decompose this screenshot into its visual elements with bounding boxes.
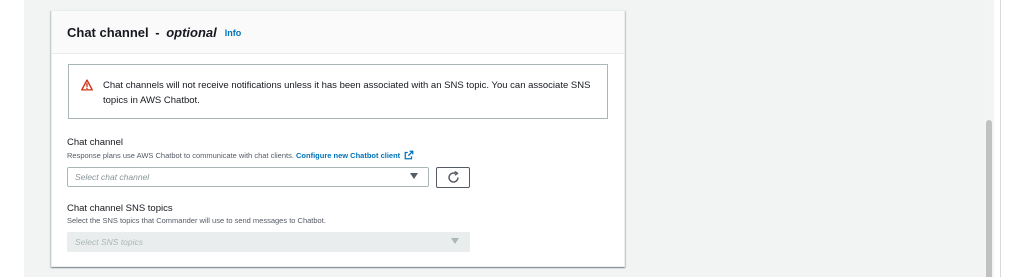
container-header: Chat channel - optional Info	[52, 11, 624, 54]
chat-channel-select[interactable]: Select chat channel	[67, 167, 429, 187]
chat-channel-description-text: Response plans use AWS Chatbot to commun…	[67, 151, 294, 160]
chat-channel-placeholder: Select chat channel	[75, 172, 150, 182]
sns-topics-select[interactable]: Select SNS topics	[67, 232, 470, 252]
chevron-down-icon	[451, 238, 459, 244]
chevron-down-icon	[410, 173, 418, 179]
refresh-icon	[447, 171, 459, 183]
sns-topics-label: Chat channel SNS topics	[67, 203, 173, 214]
configure-chatbot-link-text: Configure new Chatbot client	[296, 151, 401, 160]
page: Chat channel - optional Info Chat channe…	[0, 0, 1024, 277]
panel-divider	[1000, 0, 1001, 277]
alert-message: Chat channels will not receive notificat…	[103, 80, 591, 106]
optional-label: optional	[166, 24, 217, 40]
configure-chatbot-link[interactable]: Configure new Chatbot client	[296, 150, 414, 160]
warning-alert: Chat channels will not receive notificat…	[68, 64, 608, 119]
sns-topics-placeholder: Select SNS topics	[75, 237, 144, 247]
info-link[interactable]: Info	[225, 28, 242, 38]
chat-channel-container: Chat channel - optional Info Chat channe…	[51, 10, 625, 267]
sns-topics-description: Select the SNS topics that Commander wil…	[67, 216, 326, 225]
warning-icon	[81, 79, 93, 91]
external-link-icon	[404, 150, 414, 160]
refresh-button[interactable]	[436, 167, 470, 188]
chat-channel-description: Response plans use AWS Chatbot to commun…	[67, 150, 414, 160]
chat-channel-label: Chat channel	[67, 137, 123, 148]
section-title: Chat channel - optional	[67, 25, 217, 40]
title-separator: -	[155, 24, 160, 40]
section-title-text: Chat channel	[67, 24, 149, 40]
scrollbar-thumb[interactable]	[986, 120, 992, 277]
